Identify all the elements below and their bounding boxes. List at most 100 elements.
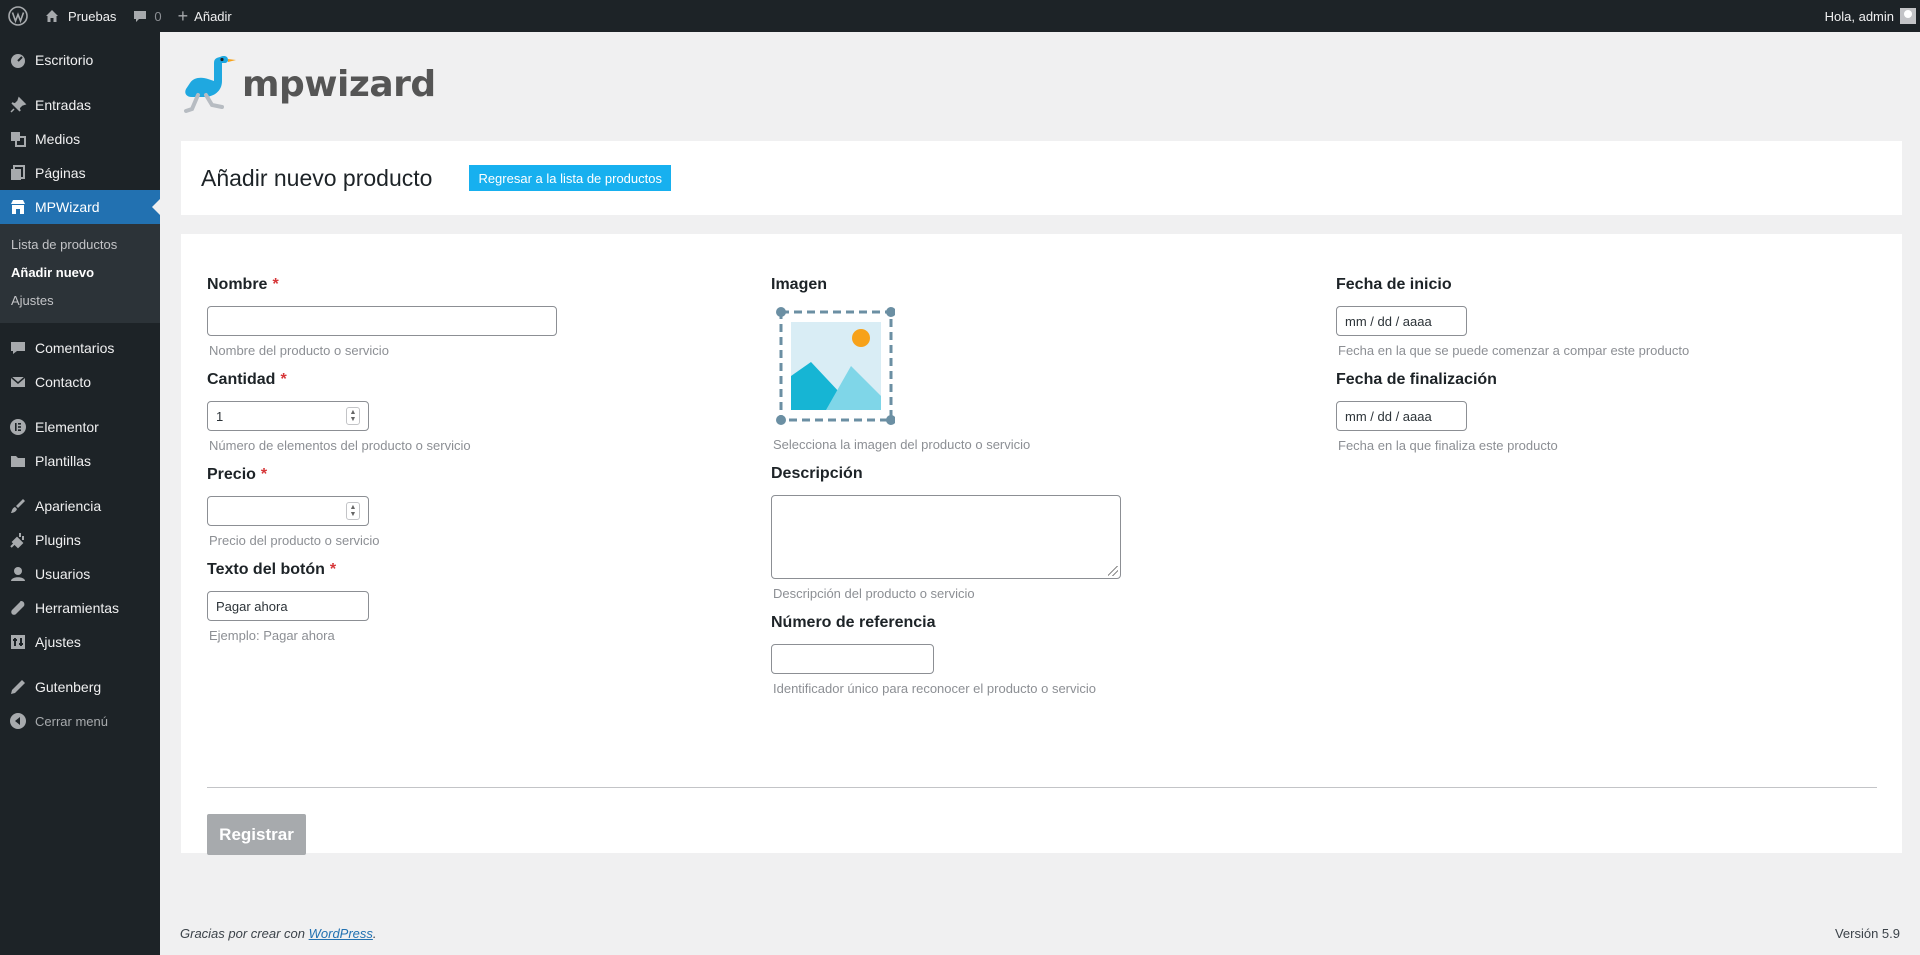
name-input[interactable] — [207, 306, 557, 336]
new-label: Añadir — [194, 8, 232, 24]
collapse-menu-button[interactable]: Cerrar menú — [0, 704, 160, 738]
site-name: Pruebas — [68, 8, 117, 24]
pages-icon — [9, 164, 27, 182]
product-form: Nombre * Nombre del producto o servicio C… — [181, 234, 1902, 855]
sidebar-item-paginas[interactable]: Páginas — [0, 156, 160, 190]
required-mark: * — [272, 276, 279, 293]
image-placeholder-icon — [776, 307, 896, 425]
sidebar-item-label: Elementor — [35, 419, 99, 435]
sidebar-item-label: Entradas — [35, 97, 92, 113]
button-text-input[interactable]: Pagar ahora — [207, 591, 369, 621]
sidebar-item-plugins[interactable]: Plugins — [0, 523, 160, 557]
sidebar-item-comentarios[interactable]: Comentarios — [0, 331, 160, 365]
plugin-icon — [9, 531, 27, 549]
wrench-icon — [9, 599, 27, 617]
description-hint: Descripción del producto o servicio — [773, 586, 975, 601]
sidebar-item-label: Plugins — [35, 532, 81, 548]
mail-icon — [9, 373, 27, 391]
quantity-stepper[interactable]: ▲ ▼ — [346, 407, 360, 425]
price-hint: Precio del producto o servicio — [209, 533, 380, 548]
button-text-label: Texto del botón * — [207, 561, 337, 578]
account-menu[interactable]: Hola, admin — [1817, 0, 1920, 32]
button-text-hint: Ejemplo: Pagar ahora — [209, 628, 335, 643]
form-column-2: Imagen Selecciona la imagen del producto… — [771, 276, 1121, 709]
end-date-hint: Fecha en la que finaliza este producto — [1338, 438, 1558, 453]
sidebar-item-label: Medios — [35, 131, 81, 147]
comment-icon — [9, 339, 27, 357]
image-picker[interactable] — [771, 306, 896, 430]
required-mark: * — [280, 371, 287, 388]
sidebar-item-mpwizard[interactable]: MPWizard — [0, 190, 160, 224]
submenu-item-ajustes[interactable]: Ajustes — [0, 287, 160, 315]
pen-icon — [9, 678, 27, 696]
main-content: mpwizard Añadir nuevo producto Regresar … — [160, 32, 1920, 955]
sidebar-item-label: Ajustes — [35, 634, 81, 650]
name-hint: Nombre del producto o servicio — [209, 343, 389, 358]
quantity-label: Cantidad * — [207, 371, 287, 388]
chevron-up-icon: ▲ — [349, 409, 357, 416]
form-column-3: Fecha de inicio mm / dd / aaaa Fecha en … — [1336, 276, 1689, 466]
description-textarea[interactable] — [771, 495, 1121, 579]
comments-count: 0 — [154, 8, 162, 24]
comments-link[interactable]: 0 — [124, 0, 169, 32]
sidebar-item-ajustes[interactable]: Ajustes — [0, 625, 160, 659]
price-input[interactable]: ▲ ▼ — [207, 496, 369, 526]
reference-label: Número de referencia — [771, 614, 936, 631]
start-date-hint: Fecha en la que se puede comenzar a comp… — [1338, 343, 1690, 358]
wordpress-icon — [8, 6, 28, 26]
sidebar-item-label: Usuarios — [35, 566, 91, 582]
dashboard-icon — [9, 51, 27, 69]
sidebar-item-gutenberg[interactable]: Gutenberg — [0, 670, 160, 704]
comment-bubble-icon — [134, 11, 147, 22]
footer-thanks: Gracias por crear con WordPress. — [180, 926, 377, 941]
media-icon — [9, 130, 27, 148]
elementor-icon — [9, 418, 27, 436]
sidebar-item-apariencia[interactable]: Apariencia — [0, 489, 160, 523]
chevron-down-icon: ▼ — [349, 511, 357, 518]
sidebar-item-label: Escritorio — [35, 52, 94, 68]
start-date-field-group: Fecha de inicio mm / dd / aaaa Fecha en … — [1336, 276, 1689, 358]
sidebar-item-entradas[interactable]: Entradas — [0, 88, 160, 122]
quantity-input[interactable]: 1 ▲ ▼ — [207, 401, 369, 431]
mpwizard-submenu: Lista de productos Añadir nuevo Ajustes — [0, 224, 160, 323]
submenu-item-anadir-nuevo[interactable]: Añadir nuevo — [0, 259, 160, 287]
sidebar-item-medios[interactable]: Medios — [0, 122, 160, 156]
submenu-item-lista[interactable]: Lista de productos — [0, 231, 160, 259]
sidebar-item-label: Herramientas — [35, 600, 120, 616]
name-label: Nombre * — [207, 276, 279, 293]
sidebar-item-plantillas[interactable]: Plantillas — [0, 444, 160, 478]
required-mark: * — [260, 466, 268, 483]
start-date-label: Fecha de inicio — [1336, 276, 1452, 293]
back-to-list-button[interactable]: Regresar a la lista de productos — [469, 165, 671, 191]
sidebar-item-label: Contacto — [35, 374, 92, 390]
sidebar-item-label: Apariencia — [35, 498, 102, 514]
form-column-1: Nombre * Nombre del producto o servicio C… — [207, 276, 557, 656]
quantity-value: 1 — [216, 408, 224, 424]
home-icon — [46, 10, 58, 22]
start-date-input[interactable]: mm / dd / aaaa — [1336, 306, 1467, 336]
sidebar-item-herramientas[interactable]: Herramientas — [0, 591, 160, 625]
register-button[interactable]: Registrar — [207, 814, 306, 855]
new-content-link[interactable]: + Añadir — [170, 0, 240, 32]
footer-thanks-text: Gracias por crear con — [180, 926, 309, 941]
sidebar-item-label: Gutenberg — [35, 679, 102, 695]
logo-text: mpwizard — [242, 63, 436, 105]
site-name-link[interactable]: Pruebas — [36, 0, 124, 32]
end-date-input[interactable]: mm / dd / aaaa — [1336, 401, 1467, 431]
description-field-group: Descripción Descripción del producto o s… — [771, 465, 1121, 601]
sidebar-item-usuarios[interactable]: Usuarios — [0, 557, 160, 591]
sidebar-item-contacto[interactable]: Contacto — [0, 365, 160, 399]
price-stepper[interactable]: ▲ ▼ — [346, 502, 360, 520]
reference-input[interactable] — [771, 644, 934, 674]
ostrich-logo-icon — [184, 56, 236, 113]
end-date-label: Fecha de finalización — [1336, 371, 1497, 388]
button-text-field-group: Texto del botón * Pagar ahora Ejemplo: Pa… — [207, 561, 557, 643]
chevron-up-icon: ▲ — [349, 504, 357, 511]
sidebar-item-escritorio[interactable]: Escritorio — [0, 43, 160, 77]
wordpress-link[interactable]: WordPress — [309, 926, 373, 941]
name-field-group: Nombre * Nombre del producto o servicio — [207, 276, 557, 358]
wordpress-logo-button[interactable] — [0, 0, 36, 32]
sidebar-item-elementor[interactable]: Elementor — [0, 410, 160, 444]
plus-icon: + — [177, 5, 189, 26]
price-field-group: Precio * ▲ ▼ Precio del producto o servici… — [207, 466, 557, 548]
